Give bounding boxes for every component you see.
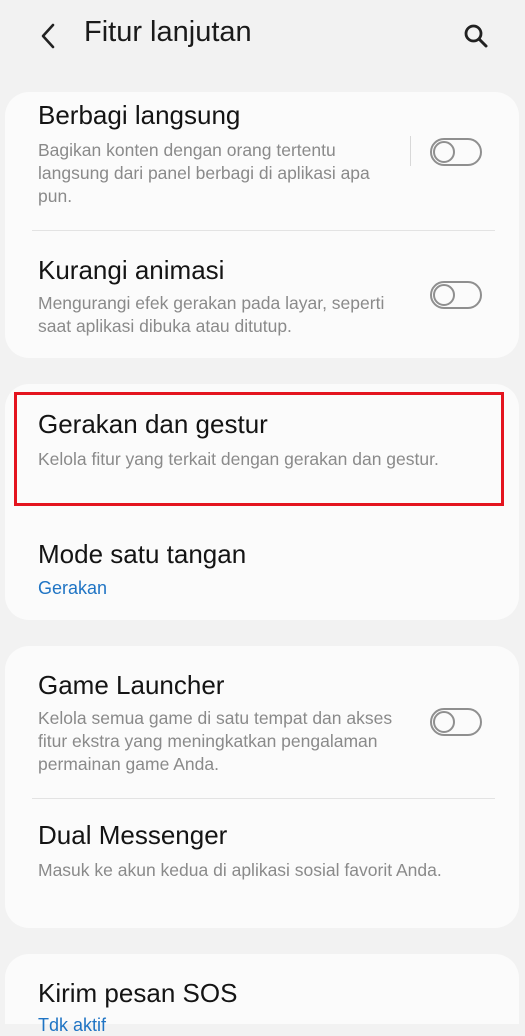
search-button[interactable] bbox=[458, 18, 494, 54]
setting-title: Kurangi animasi bbox=[38, 255, 225, 285]
back-arrow-icon bbox=[41, 23, 55, 49]
setting-description: Masuk ke akun kedua di aplikasi sosial f… bbox=[38, 860, 442, 880]
setting-berbagi-langsung[interactable]: Berbagi langsung Bagikan konten dengan o… bbox=[5, 92, 519, 230]
app-header: Fitur lanjutan bbox=[0, 0, 525, 72]
toggle-knob bbox=[433, 711, 455, 733]
setting-status: Gerakan bbox=[38, 578, 108, 598]
setting-dual-messenger[interactable]: Dual Messenger Masuk ke akun kedua di ap… bbox=[5, 799, 519, 928]
setting-description: Mengurangi efek gerakan pada layar, sepe… bbox=[38, 293, 385, 336]
setting-title: Game Launcher bbox=[38, 670, 225, 700]
settings-group-1: Berbagi langsung Bagikan konten dengan o… bbox=[5, 92, 519, 358]
setting-mode-satu-tangan[interactable]: Mode satu tangan Gerakan bbox=[5, 508, 519, 620]
toggle-knob bbox=[433, 141, 455, 163]
setting-kirim-pesan-sos[interactable]: Kirim pesan SOS Tdk aktif bbox=[5, 954, 519, 1035]
setting-title: Berbagi langsung bbox=[38, 100, 241, 130]
search-icon bbox=[464, 24, 488, 48]
setting-description: Bagikan konten dengan orang tertentu lan… bbox=[38, 140, 370, 206]
settings-group-4: Kirim pesan SOS Tdk aktif bbox=[5, 954, 519, 1035]
setting-kurangi-animasi[interactable]: Kurangi animasi Mengurangi efek gerakan … bbox=[5, 231, 519, 358]
settings-group-3: Game Launcher Kelola semua game di satu … bbox=[5, 646, 519, 928]
page-title: Fitur lanjutan bbox=[84, 16, 252, 48]
setting-game-launcher[interactable]: Game Launcher Kelola semua game di satu … bbox=[5, 646, 519, 798]
divider-vertical bbox=[410, 136, 411, 166]
back-button[interactable] bbox=[32, 20, 64, 52]
setting-status: Tdk aktif bbox=[38, 1015, 107, 1035]
setting-title: Kirim pesan SOS bbox=[38, 978, 238, 1008]
game-launcher-toggle[interactable] bbox=[430, 708, 482, 736]
berbagi-langsung-toggle[interactable] bbox=[430, 138, 482, 166]
kurangi-animasi-toggle[interactable] bbox=[430, 281, 482, 309]
toggle-knob bbox=[433, 284, 455, 306]
setting-title: Mode satu tangan bbox=[38, 539, 247, 569]
setting-title: Dual Messenger bbox=[38, 820, 228, 850]
highlight-box bbox=[14, 392, 504, 506]
setting-description: Kelola semua game di satu tempat dan aks… bbox=[38, 708, 393, 774]
